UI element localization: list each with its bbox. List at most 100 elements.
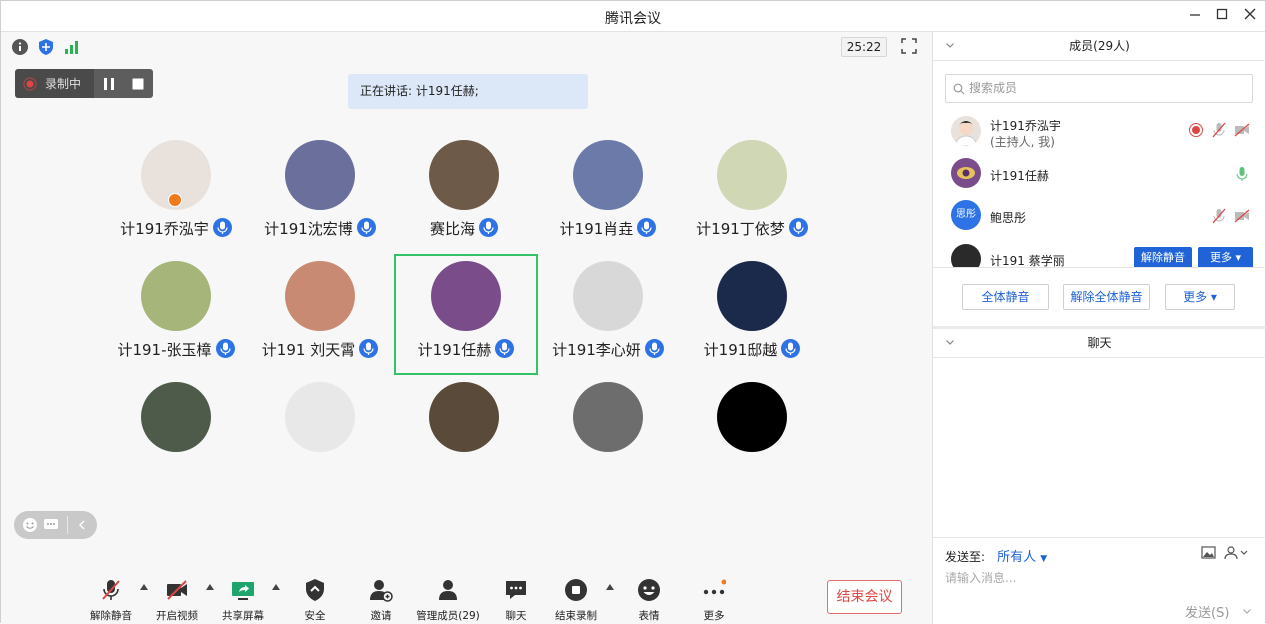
participant-tile[interactable]: 赛比海: [394, 135, 534, 253]
mic-status-icon: [788, 218, 808, 237]
participant-tile[interactable]: 计191邸越: [682, 256, 822, 374]
participant-tile[interactable]: [538, 377, 678, 495]
shield-icon[interactable]: [37, 38, 55, 56]
title-bar: 腾讯会议: [1, 1, 1265, 32]
share-screen-button[interactable]: 共享屏幕: [219, 576, 267, 622]
share-screen-icon: [232, 582, 254, 600]
camera-off-icon[interactable]: [1234, 122, 1250, 138]
floating-mini-bar[interactable]: [14, 511, 97, 539]
more-actions-button[interactable]: 更多 ▾: [1165, 284, 1235, 310]
chat-icon: [506, 581, 526, 599]
stop-icon[interactable]: [131, 77, 145, 91]
member-row[interactable]: 思彤 鲍思彤: [933, 196, 1266, 236]
mic-muted-icon: [102, 580, 120, 600]
divider: [933, 267, 1266, 268]
participant-name: 赛比海: [394, 218, 534, 239]
minimize-button[interactable]: [1186, 7, 1204, 25]
info-icon[interactable]: [11, 38, 29, 56]
more-label: 更多: [703, 610, 725, 622]
emoji-icon: [638, 579, 660, 601]
stop-recording-button[interactable]: 结束录制: [552, 576, 600, 622]
participant-tile[interactable]: 计191沈宏博: [250, 135, 390, 253]
member-name: 计191 蔡学丽: [990, 254, 1065, 267]
avatar: [429, 140, 499, 210]
mention-user-icon[interactable]: [1224, 545, 1248, 560]
participant-name: 计191-张玉樟: [106, 339, 246, 360]
meeting-timer: 25:22: [841, 37, 887, 57]
emoji-face-icon[interactable]: [22, 517, 38, 533]
share-options-caret[interactable]: [272, 584, 280, 590]
participant-tile[interactable]: [250, 377, 390, 495]
maximize-button[interactable]: [1213, 7, 1231, 25]
chevron-down-icon[interactable]: [945, 337, 955, 347]
recording-label: 录制中: [45, 77, 82, 91]
member-name: 鲍思彤: [990, 211, 1027, 225]
chevron-down-icon[interactable]: [945, 40, 955, 50]
fullscreen-icon[interactable]: [900, 37, 918, 55]
pause-icon[interactable]: [102, 77, 116, 91]
emoji-button[interactable]: 表情: [626, 576, 672, 622]
mic-muted-icon[interactable]: [1211, 208, 1227, 224]
mic-status-icon: [637, 218, 657, 237]
video-options-caret[interactable]: [206, 584, 214, 590]
recording-options-caret[interactable]: [606, 584, 614, 590]
members-header[interactable]: 成员(29人): [933, 32, 1266, 60]
chat-header[interactable]: 聊天: [933, 329, 1266, 357]
more-dots-icon: [703, 579, 727, 595]
member-row[interactable]: 计191 蔡学丽 解除静音 更多 ▾: [933, 240, 1266, 267]
image-icon[interactable]: [1201, 546, 1216, 560]
unmute-button[interactable]: 解除静音: [87, 576, 135, 622]
participant-tile[interactable]: 计191李心妍: [538, 256, 678, 374]
chat-input[interactable]: 请输入消息...: [945, 569, 1016, 586]
avatar: [717, 140, 787, 210]
send-to-select[interactable]: 所有人 ▼: [989, 550, 1047, 565]
participant-name: 计191沈宏博: [250, 218, 390, 239]
participant-tile[interactable]: [394, 377, 534, 495]
avatar: [951, 116, 981, 146]
avatar: [573, 140, 643, 210]
invite-button[interactable]: 邀请: [358, 576, 404, 622]
end-meeting-button[interactable]: 结束会议: [827, 580, 902, 614]
chat-bubble-icon[interactable]: [43, 517, 59, 533]
avatar: [141, 382, 211, 452]
divider: [933, 537, 1266, 538]
mic-status-icon: [215, 339, 235, 358]
maximize-icon: [1216, 8, 1228, 20]
mic-status-icon: [781, 339, 801, 358]
top-icons: [11, 38, 81, 56]
unmute-member-button[interactable]: 解除静音: [1134, 247, 1192, 267]
avatar: [429, 382, 499, 452]
close-button[interactable]: [1241, 7, 1259, 25]
audio-options-caret[interactable]: [140, 584, 148, 590]
mic-active-icon[interactable]: [1234, 166, 1250, 182]
participant-tile[interactable]: 计191 刘天霄: [250, 256, 390, 374]
member-row[interactable]: 计191任赫: [933, 154, 1266, 194]
participant-tile[interactable]: [682, 377, 822, 495]
participant-tile[interactable]: 计191-张玉樟: [106, 256, 246, 374]
participant-tile[interactable]: 计191肖垚: [538, 135, 678, 253]
mic-status-icon: [356, 218, 376, 237]
start-video-button[interactable]: 开启视频: [153, 576, 201, 622]
security-button[interactable]: 安全: [292, 576, 338, 622]
manage-members-button[interactable]: 管理成员(29): [415, 576, 481, 622]
signal-icon[interactable]: [63, 38, 81, 56]
member-more-button[interactable]: 更多 ▾: [1198, 247, 1253, 267]
mic-muted-icon[interactable]: [1211, 122, 1227, 138]
participant-tile[interactable]: 计191乔泓宇: [106, 135, 246, 253]
send-button[interactable]: 发送(S): [1185, 602, 1229, 621]
send-options-chevron-icon[interactable]: [1242, 606, 1252, 616]
participant-tile[interactable]: [106, 377, 246, 495]
mic-status-icon: [644, 339, 664, 358]
mute-all-button[interactable]: 全体静音: [962, 284, 1049, 310]
participant-name: 计191李心妍: [538, 339, 678, 360]
participant-tile[interactable]: 计191丁依梦: [682, 135, 822, 253]
more-button[interactable]: 更多: [691, 576, 737, 622]
unmute-all-button[interactable]: 解除全体静音: [1063, 284, 1150, 310]
avatar: [285, 261, 355, 331]
member-row[interactable]: 计191乔泓宇 (主持人, 我): [933, 112, 1266, 152]
member-search-input[interactable]: 搜索成员: [945, 74, 1253, 103]
chat-button[interactable]: 聊天: [493, 576, 539, 622]
camera-off-icon[interactable]: [1234, 208, 1250, 224]
collapse-left-icon[interactable]: [76, 519, 88, 531]
participant-tile[interactable]: 计191任赫: [394, 254, 538, 375]
